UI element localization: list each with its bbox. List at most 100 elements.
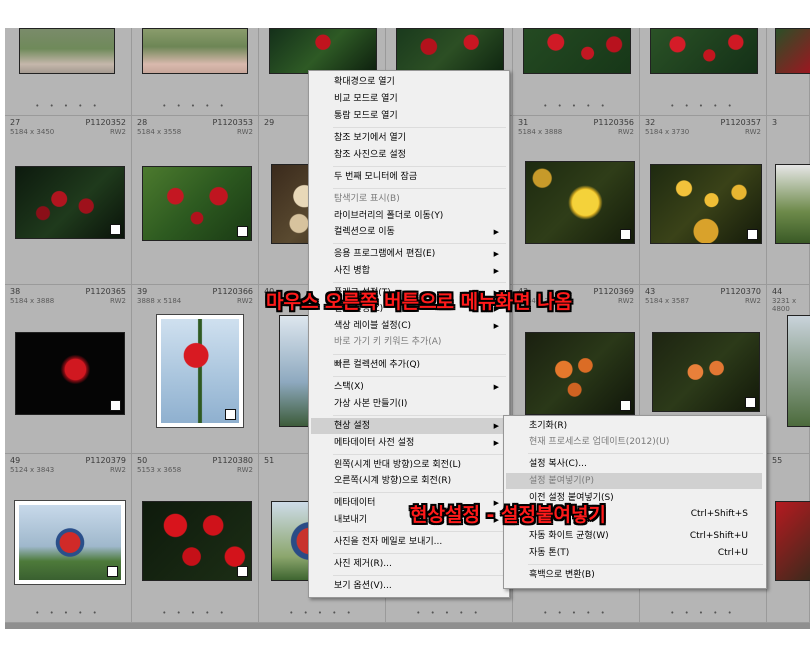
photo-thumbnail[interactable]: [19, 28, 115, 74]
photo-thumbnail[interactable]: [650, 164, 762, 244]
menu-item-compare[interactable]: 비교 모드로 열기: [334, 91, 505, 107]
submenu-item-convert-bw[interactable]: 흑백으로 변환(B): [529, 567, 762, 583]
menu-item-remove[interactable]: 사진 제거(R)...: [334, 556, 505, 572]
cell-dimensions: 5184 x 3558: [137, 128, 182, 136]
cell-filename: P1120352: [85, 118, 126, 127]
submenu-arrow-icon: ▶: [493, 250, 499, 258]
menu-item-label: 메타데이터: [334, 498, 376, 508]
photo-thumbnail[interactable]: [650, 28, 758, 74]
photo-thumbnail[interactable]: [787, 315, 810, 427]
menu-item-zoom[interactable]: 확대경으로 열기: [334, 74, 505, 90]
cell-extension: RW2: [110, 466, 126, 474]
edit-badge-icon: [620, 400, 631, 411]
grid-cell[interactable]: 3: [767, 116, 810, 285]
photo-thumbnail[interactable]: [142, 501, 252, 581]
menu-separator: [333, 243, 506, 244]
menu-item-second-monitor[interactable]: 두 번째 모니터에 잠금: [334, 169, 505, 185]
menu-item-metadata-preset[interactable]: 메타데이터 사전 설정 ▶: [334, 435, 505, 451]
menu-separator: [333, 354, 506, 355]
cell-extension: RW2: [110, 297, 126, 305]
photo-thumbnail[interactable]: [775, 501, 810, 581]
grid-cell[interactable]: 44 3231 x 4800: [767, 285, 810, 454]
menu-item-merge[interactable]: 사진 병합 ▶: [334, 263, 505, 279]
menu-item-collection[interactable]: 컬렉션으로 이동 ▶: [334, 224, 505, 240]
photo-thumbnail[interactable]: [142, 28, 248, 74]
menu-item-survey[interactable]: 통람 모드로 열기: [334, 108, 505, 124]
submenu-arrow-icon: ▶: [493, 383, 499, 391]
photo-thumbnail[interactable]: [525, 161, 635, 244]
cell-number: 28: [137, 118, 148, 127]
cell-number: 55: [772, 456, 783, 465]
menu-item-quick-collection[interactable]: 빠른 컬렉션에 추가(Q): [334, 357, 505, 373]
menu-item-lib-folder[interactable]: 라이브러리의 폴더로 이동(Y): [334, 208, 505, 224]
grid-cell[interactable]: • • • • •: [513, 28, 640, 116]
menu-item-ref-set[interactable]: 참조 사진으로 설정: [334, 147, 505, 163]
grid-cell[interactable]: 50 P1120380 5153 x 3658 RW2 • • • • •: [132, 454, 259, 623]
menu-separator: [528, 453, 763, 454]
grid-cell[interactable]: 49 P1120379 5124 x 3843 RW2 • • • • •: [5, 454, 132, 623]
menu-item-develop-settings[interactable]: 현상 설정 ▶: [311, 418, 505, 434]
photo-thumbnail[interactable]: [142, 166, 252, 241]
menu-item-view-options[interactable]: 보기 옵션(V)...: [334, 578, 505, 594]
submenu-item-auto-white-balance[interactable]: 자동 화이트 균형(W) Ctrl+Shift+U: [529, 528, 762, 544]
menu-item-virtual-copy[interactable]: 가상 사본 만들기(I): [334, 396, 505, 412]
menu-item-rotate-left[interactable]: 왼쪽(시계 반대 방향)으로 회전(L): [334, 457, 505, 473]
cell-filename: P1120380: [212, 456, 253, 465]
grid-cell[interactable]: • • • • •: [640, 28, 767, 116]
menu-item-explorer[interactable]: 탐색기로 표시(B): [334, 191, 505, 207]
menu-item-edit-in[interactable]: 응용 프로그램에서 편집(E) ▶: [334, 246, 505, 262]
menu-separator: [333, 415, 506, 416]
grid-cell[interactable]: 55: [767, 454, 810, 623]
cell-extension: RW2: [110, 128, 126, 136]
photo-thumbnail[interactable]: [157, 315, 243, 427]
cell-extension: RW2: [745, 297, 761, 305]
menu-item-label: 스택(X): [334, 382, 364, 392]
grid-cell[interactable]: 38 P1120365 5184 x 3888 RW2: [5, 285, 132, 454]
photo-thumbnail[interactable]: [15, 166, 125, 239]
photo-thumbnail[interactable]: [652, 332, 760, 412]
photo-thumbnail[interactable]: [269, 28, 377, 74]
grid-cell[interactable]: 27 P1120352 5184 x 3450 RW2: [5, 116, 132, 285]
cell-number: 39: [137, 287, 148, 296]
submenu-arrow-icon: ▶: [493, 267, 499, 275]
edit-badge-icon: [237, 566, 248, 577]
grid-cell[interactable]: 28 P1120353 5184 x 3558 RW2: [132, 116, 259, 285]
photo-thumbnail[interactable]: [523, 28, 631, 74]
submenu-arrow-icon: ▶: [493, 422, 499, 430]
menu-item-shortcut-keyword[interactable]: 바로 가기 키 키워드 추가(A): [334, 334, 505, 350]
cell-extension: RW2: [745, 128, 761, 136]
grid-cell[interactable]: [767, 28, 810, 116]
submenu-item-paste-settings[interactable]: 설정 붙여넣기(P): [506, 473, 762, 489]
cell-number: 38: [10, 287, 21, 296]
cell-filename: P1120356: [593, 118, 634, 127]
submenu-item-update-process[interactable]: 현재 프로세스로 업데이트(2012)(U): [529, 434, 762, 450]
shortcut-label: Ctrl+Shift+U: [689, 531, 748, 541]
cell-extension: RW2: [618, 128, 634, 136]
photo-thumbnail[interactable]: [396, 28, 504, 74]
cell-dimensions: 3231 x 4800: [772, 297, 797, 313]
grid-cell[interactable]: 32 P1120357 5184 x 3730 RW2: [640, 116, 767, 285]
photo-thumbnail[interactable]: [525, 332, 635, 415]
cell-dots: • • • • •: [35, 609, 101, 617]
menu-item-rotate-right[interactable]: 오른쪽(시계 방향)으로 회전(R): [334, 473, 505, 489]
photo-thumbnail[interactable]: [775, 164, 810, 244]
menu-item-label: 응용 프로그램에서 편집(E): [334, 249, 436, 259]
submenu-item-auto-tone[interactable]: 자동 톤(T) Ctrl+U: [529, 545, 762, 561]
submenu-item-reset[interactable]: 초기화(R): [529, 418, 762, 434]
grid-cell[interactable]: 31 P1120356 5184 x 3888 RW2: [513, 116, 640, 285]
menu-item-color-label[interactable]: 색상 레이블 설정(C) ▶: [334, 318, 505, 334]
photo-thumbnail[interactable]: [15, 332, 125, 415]
shortcut-label: Ctrl+Shift+S: [690, 509, 748, 519]
submenu-item-copy-settings[interactable]: 설정 복사(C)...: [529, 456, 762, 472]
grid-cell[interactable]: • • • • •: [132, 28, 259, 116]
menu-item-ref-open[interactable]: 참조 보기에서 열기: [334, 130, 505, 146]
menu-item-stack[interactable]: 스택(X) ▶: [334, 379, 505, 395]
menu-item-email[interactable]: 사진을 전자 메일로 보내기...: [334, 534, 505, 550]
grid-cell[interactable]: 39 P1120366 3888 x 5184 RW2: [132, 285, 259, 454]
edit-badge-icon: [620, 229, 631, 240]
photo-thumbnail[interactable]: [15, 501, 125, 584]
cell-number: 44: [772, 287, 783, 296]
photo-thumbnail[interactable]: [775, 28, 810, 74]
grid-cell[interactable]: • • • • •: [5, 28, 132, 116]
menu-item-label: 컬렉션으로 이동: [334, 227, 395, 237]
